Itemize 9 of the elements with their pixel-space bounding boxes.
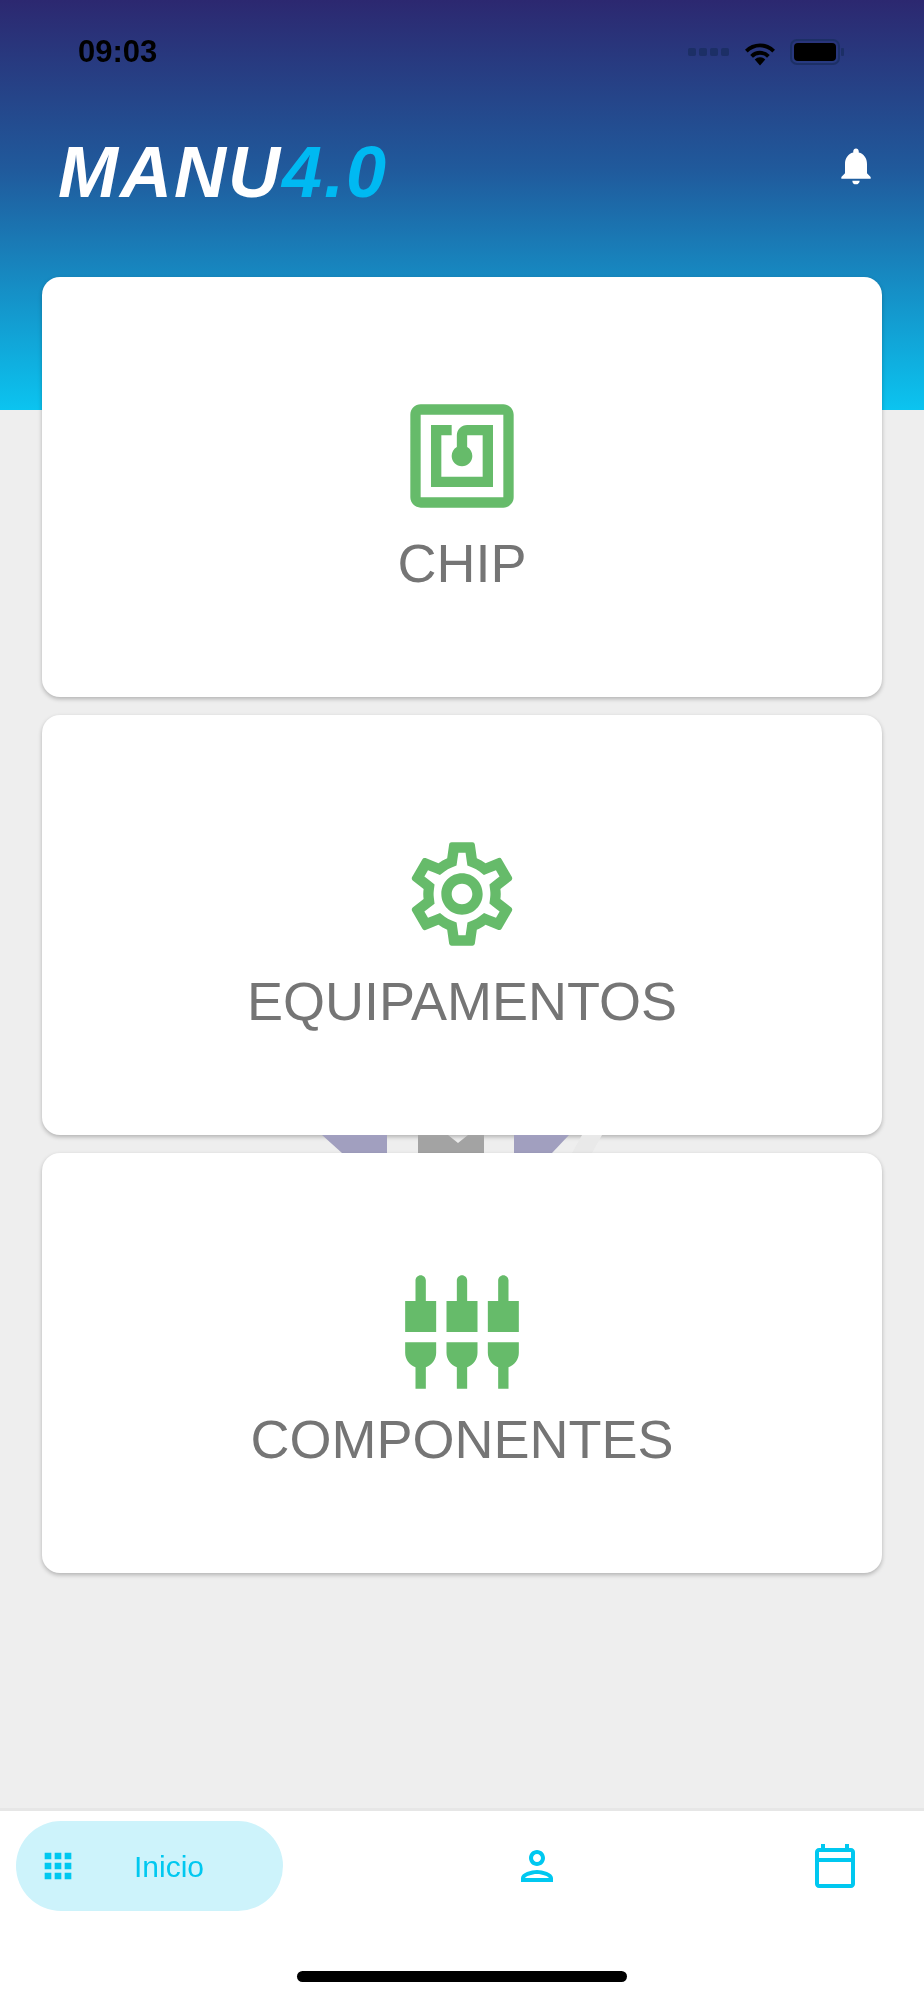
signal-icon bbox=[688, 47, 730, 57]
status-time: 09:03 bbox=[78, 32, 158, 71]
category-card[interactable]: CHIP bbox=[42, 277, 882, 697]
category-card[interactable]: EQUIPAMENTOS bbox=[42, 715, 882, 1135]
battery-icon bbox=[790, 38, 846, 66]
card-label: COMPONENTES bbox=[250, 1412, 674, 1466]
category-card[interactable]: COMPONENTES bbox=[42, 1153, 882, 1573]
app-logo: MANU4.0 bbox=[58, 136, 389, 208]
card-label: CHIP bbox=[397, 536, 527, 590]
